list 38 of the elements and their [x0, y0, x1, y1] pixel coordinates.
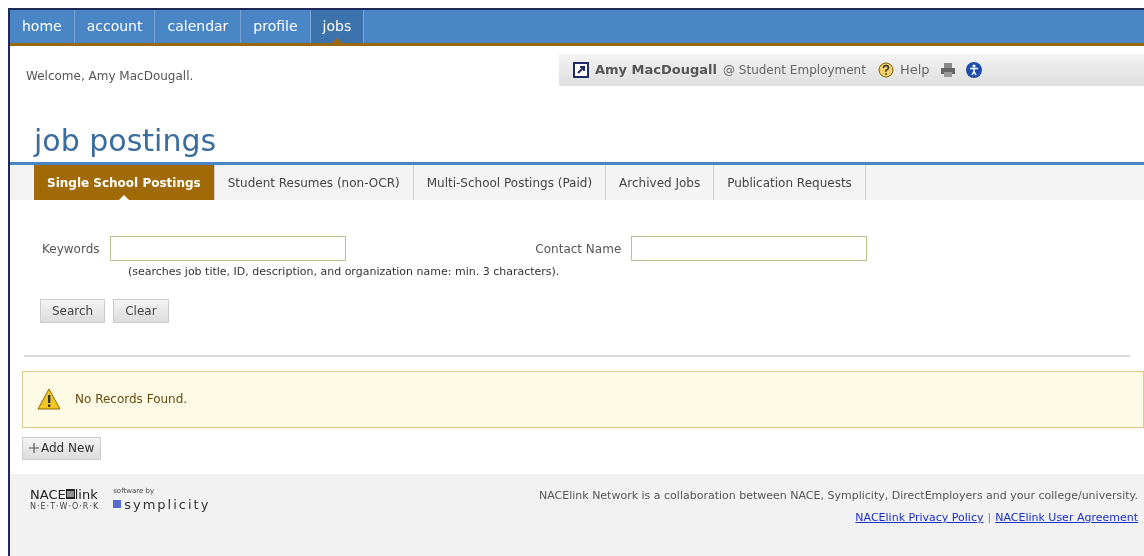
- nav-tab[interactable]: jobs: [310, 10, 365, 43]
- keywords-hint: (searches job title, ID, description, and organization name: min. 3 characters).: [128, 264, 560, 280]
- logo-text: symplicity: [124, 495, 211, 514]
- footer-link[interactable]: NACElink User Agreement: [995, 510, 1138, 527]
- keywords-label: Keywords: [42, 240, 100, 258]
- section-tab[interactable]: Single School Postings: [34, 165, 215, 200]
- external-link-icon: [573, 62, 589, 78]
- logo-text: link: [74, 487, 98, 501]
- form-button[interactable]: Clear: [113, 298, 169, 323]
- plus-icon: [29, 443, 39, 453]
- link-separator: |: [987, 510, 992, 526]
- accessibility-icon[interactable]: [965, 62, 982, 78]
- form-button[interactable]: Search: [40, 298, 106, 323]
- user-org: @ Student Employment: [723, 62, 866, 79]
- logo-flag-icon: [65, 489, 75, 499]
- logo-subtitle: N·E·T·W·O·R·K: [30, 500, 100, 513]
- keywords-field[interactable]: [109, 236, 346, 261]
- section-tab[interactable]: Archived Jobs: [606, 165, 715, 200]
- help-icon[interactable]: [877, 62, 894, 78]
- contact-name-field[interactable]: [631, 236, 868, 261]
- pointer-icon: [118, 195, 129, 200]
- footer-text: NACElink Network is a collaboration between NACE, Symplicity, DirectEmployers and your college/university.: [539, 487, 1138, 504]
- page-title: job postings: [34, 126, 217, 156]
- user-name: Amy MacDougall: [595, 61, 717, 80]
- welcome-text: Welcome, Amy MacDougall.: [26, 68, 194, 85]
- section-tab[interactable]: Publication Requests: [714, 165, 866, 200]
- pointer-icon: [331, 38, 342, 43]
- section-tab[interactable]: Student Resumes (non-OCR): [214, 165, 414, 200]
- alert-message: No Records Found.: [75, 391, 188, 408]
- footer-link[interactable]: NACElink Privacy Policy: [855, 510, 984, 527]
- logo-square-icon: [113, 500, 122, 509]
- logo-text: NACE: [30, 487, 66, 501]
- warning-icon: [37, 388, 61, 410]
- contact-name-label: Contact Name: [535, 240, 622, 258]
- printer-icon[interactable]: [939, 62, 956, 78]
- section-tab[interactable]: Multi-School Postings (Paid): [413, 165, 607, 200]
- add-new-button[interactable]: Add New: [22, 436, 102, 460]
- help-link[interactable]: Help: [899, 60, 930, 80]
